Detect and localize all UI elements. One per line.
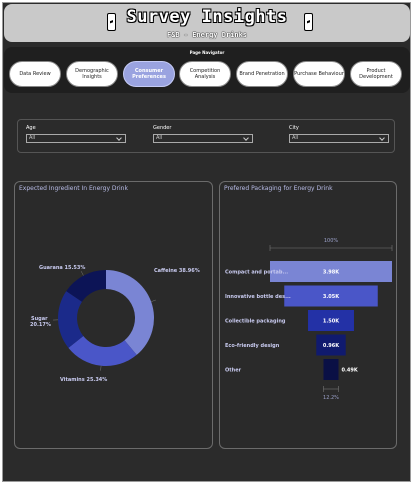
funnel-category-label: Eco-friendly design bbox=[225, 343, 280, 349]
donut-label: Vitamins 25.34% bbox=[60, 377, 107, 383]
ingredient-donut-chart: Caffeine 38.96%Vitamins 25.34%Sugar20.17… bbox=[30, 265, 200, 383]
nav-competition-analysis[interactable]: Competition Analysis bbox=[179, 61, 231, 87]
page-navigator-label: Page Navigator bbox=[189, 50, 225, 55]
gender-filter-label: Gender bbox=[153, 125, 172, 131]
nav-product-development[interactable]: Product Development bbox=[350, 61, 402, 87]
age-dropdown-value: All bbox=[29, 135, 36, 141]
funnel-value-label: 0.49K bbox=[342, 368, 359, 374]
donut-label: Caffeine 38.96% bbox=[154, 268, 200, 274]
funnel-value-label: 3.98K bbox=[323, 270, 340, 276]
header-banner: Survey Insights F&B - Energy Drinks bbox=[4, 4, 410, 42]
packaging-funnel-chart: 100% Compact and portab... 3.98K Innovative… bbox=[225, 238, 393, 401]
page-subtitle: F&B - Energy Drinks bbox=[166, 31, 248, 39]
funnel-category-label: Compact and portab... bbox=[225, 270, 288, 276]
donut-leader-line bbox=[80, 271, 84, 276]
donut-slice-caffeine[interactable] bbox=[106, 270, 154, 355]
page-navigator: Page Navigator Data Review Demographic I… bbox=[4, 47, 410, 93]
funnel-value-label: 3.05K bbox=[323, 294, 340, 300]
donut-label-value: 20.17% bbox=[30, 322, 51, 328]
gender-dropdown[interactable]: All bbox=[153, 134, 253, 143]
city-filter-label: City bbox=[289, 125, 299, 131]
donut-leader-line bbox=[100, 365, 102, 371]
funnel-category-label: Collectible packaging bbox=[225, 319, 286, 325]
funnel-top-percent: 100% bbox=[324, 238, 339, 244]
city-dropdown[interactable]: All bbox=[289, 134, 389, 143]
page-title: Survey Insights bbox=[126, 7, 288, 27]
funnel-category-label: Other bbox=[225, 368, 242, 374]
donut-label: Guarana 15.53% bbox=[39, 265, 85, 271]
funnel-bar[interactable] bbox=[323, 359, 339, 380]
funnel-category-label: Innovative bottle des... bbox=[225, 294, 291, 300]
gender-dropdown-value: All bbox=[156, 135, 163, 141]
packaging-chart-card: Prefered Packaging for Energy Drink 100%… bbox=[219, 181, 397, 449]
nav-demographic-insights[interactable]: Demographic Insights bbox=[66, 61, 118, 87]
funnel-value-label: 0.96K bbox=[323, 343, 340, 349]
funnel-value-label: 1.50K bbox=[323, 319, 340, 325]
chevron-down-icon bbox=[243, 135, 249, 141]
nav-purchase-behaviour[interactable]: Purchase Behaviour bbox=[293, 61, 345, 87]
donut-leader-line bbox=[151, 299, 156, 302]
ingredient-chart-card: Expected Ingredient In Energy Drink Caff… bbox=[14, 181, 213, 449]
age-filter-label: Age bbox=[26, 125, 36, 131]
nav-consumer-preferences[interactable]: Consumer Preferences bbox=[123, 61, 175, 87]
city-filter: City All bbox=[289, 125, 389, 143]
age-filter: Age All bbox=[26, 125, 126, 143]
chevron-down-icon bbox=[116, 135, 122, 141]
funnel-bottom-percent: 12.2% bbox=[323, 395, 339, 401]
nav-data-review[interactable]: Data Review bbox=[9, 61, 61, 87]
gender-filter: Gender All bbox=[153, 125, 253, 143]
age-dropdown[interactable]: All bbox=[26, 134, 126, 143]
chevron-down-icon bbox=[379, 135, 385, 141]
nav-brand-penetration[interactable]: Brand Penetration bbox=[236, 61, 288, 87]
city-dropdown-value: All bbox=[292, 135, 299, 141]
filter-panel: Age All Gender All City All bbox=[17, 119, 395, 153]
